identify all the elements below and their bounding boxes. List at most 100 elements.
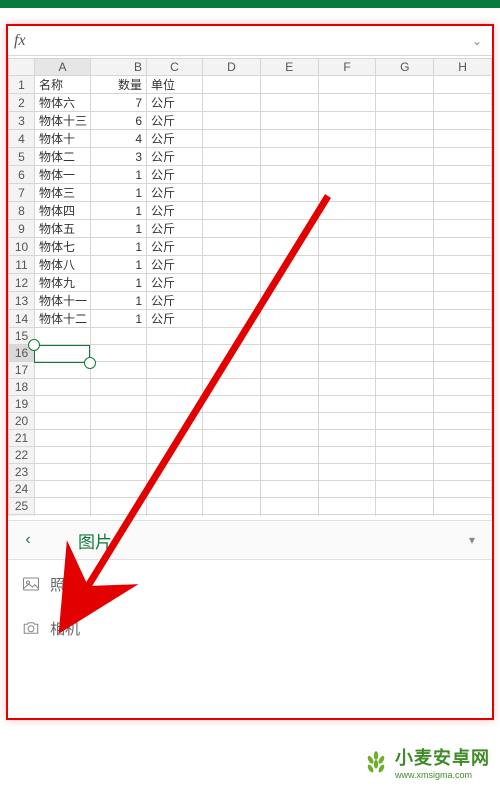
cell-A4[interactable]: 物体十 — [35, 130, 91, 148]
cell-D15[interactable] — [203, 328, 261, 345]
cell-E6[interactable] — [260, 166, 318, 184]
cell-D4[interactable] — [203, 130, 261, 148]
row-header-7[interactable]: 7 — [9, 184, 35, 202]
row-header-14[interactable]: 14 — [9, 310, 35, 328]
cell-B20[interactable] — [91, 413, 147, 430]
cell-G15[interactable] — [376, 328, 434, 345]
cell-G8[interactable] — [376, 202, 434, 220]
cell-H25[interactable] — [434, 498, 492, 515]
cell-F18[interactable] — [318, 379, 376, 396]
cell-G5[interactable] — [376, 148, 434, 166]
cell-C25[interactable] — [147, 498, 203, 515]
cell-G23[interactable] — [376, 464, 434, 481]
cell-B23[interactable] — [91, 464, 147, 481]
row-header-19[interactable]: 19 — [9, 396, 35, 413]
col-header-A[interactable]: A — [35, 59, 91, 76]
cell-C11[interactable]: 公斤 — [147, 256, 203, 274]
cell-E20[interactable] — [260, 413, 318, 430]
cell-D6[interactable] — [203, 166, 261, 184]
option-camera[interactable]: 相机 — [8, 606, 492, 650]
cell-H21[interactable] — [434, 430, 492, 447]
cell-G6[interactable] — [376, 166, 434, 184]
cell-G7[interactable] — [376, 184, 434, 202]
row-header-21[interactable]: 21 — [9, 430, 35, 447]
cell-D23[interactable] — [203, 464, 261, 481]
cell-B26[interactable] — [91, 515, 147, 517]
row-header-26[interactable]: 26 — [9, 515, 35, 517]
cell-E19[interactable] — [260, 396, 318, 413]
cell-B7[interactable]: 1 — [91, 184, 147, 202]
cell-A20[interactable] — [35, 413, 91, 430]
cell-B21[interactable] — [91, 430, 147, 447]
cell-D5[interactable] — [203, 148, 261, 166]
cell-C3[interactable]: 公斤 — [147, 112, 203, 130]
cell-A13[interactable]: 物体十一 — [35, 292, 91, 310]
cell-A5[interactable]: 物体二 — [35, 148, 91, 166]
cell-E2[interactable] — [260, 94, 318, 112]
cell-E10[interactable] — [260, 238, 318, 256]
col-header-F[interactable]: F — [318, 59, 376, 76]
cell-H22[interactable] — [434, 447, 492, 464]
row-header-25[interactable]: 25 — [9, 498, 35, 515]
cell-C6[interactable]: 公斤 — [147, 166, 203, 184]
cell-H8[interactable] — [434, 202, 492, 220]
cell-F8[interactable] — [318, 202, 376, 220]
row-header-16[interactable]: 16 — [9, 345, 35, 362]
option-photo[interactable]: 照片 — [8, 562, 492, 606]
cell-F19[interactable] — [318, 396, 376, 413]
cell-F14[interactable] — [318, 310, 376, 328]
cell-A15[interactable] — [35, 328, 91, 345]
cell-G20[interactable] — [376, 413, 434, 430]
cell-B1[interactable]: 数量 — [91, 76, 147, 94]
cell-G18[interactable] — [376, 379, 434, 396]
cell-H19[interactable] — [434, 396, 492, 413]
cell-D21[interactable] — [203, 430, 261, 447]
cell-D14[interactable] — [203, 310, 261, 328]
row-header-17[interactable]: 17 — [9, 362, 35, 379]
cell-D18[interactable] — [203, 379, 261, 396]
cell-E3[interactable] — [260, 112, 318, 130]
cell-H24[interactable] — [434, 481, 492, 498]
cell-A12[interactable]: 物体九 — [35, 274, 91, 292]
cell-A2[interactable]: 物体六 — [35, 94, 91, 112]
cell-C7[interactable]: 公斤 — [147, 184, 203, 202]
chevron-down-icon[interactable]: ▾ — [452, 533, 492, 547]
cell-H3[interactable] — [434, 112, 492, 130]
cell-D9[interactable] — [203, 220, 261, 238]
cell-E25[interactable] — [260, 498, 318, 515]
cell-F1[interactable] — [318, 76, 376, 94]
cell-D10[interactable] — [203, 238, 261, 256]
cell-B14[interactable]: 1 — [91, 310, 147, 328]
cell-D12[interactable] — [203, 274, 261, 292]
cell-H12[interactable] — [434, 274, 492, 292]
cell-E21[interactable] — [260, 430, 318, 447]
cell-C16[interactable] — [147, 345, 203, 362]
cell-E11[interactable] — [260, 256, 318, 274]
col-header-D[interactable]: D — [203, 59, 261, 76]
row-header-6[interactable]: 6 — [9, 166, 35, 184]
cell-E4[interactable] — [260, 130, 318, 148]
cell-C13[interactable]: 公斤 — [147, 292, 203, 310]
cell-A16[interactable] — [35, 345, 91, 362]
cell-A22[interactable] — [35, 447, 91, 464]
row-header-24[interactable]: 24 — [9, 481, 35, 498]
cell-H17[interactable] — [434, 362, 492, 379]
cell-C9[interactable]: 公斤 — [147, 220, 203, 238]
cell-E24[interactable] — [260, 481, 318, 498]
cell-G16[interactable] — [376, 345, 434, 362]
cell-C18[interactable] — [147, 379, 203, 396]
cell-F23[interactable] — [318, 464, 376, 481]
cell-F10[interactable] — [318, 238, 376, 256]
cell-B4[interactable]: 4 — [91, 130, 147, 148]
cell-H7[interactable] — [434, 184, 492, 202]
cell-C8[interactable]: 公斤 — [147, 202, 203, 220]
cell-D7[interactable] — [203, 184, 261, 202]
cell-B3[interactable]: 6 — [91, 112, 147, 130]
chevron-down-icon[interactable]: ⌄ — [472, 34, 482, 48]
cell-D3[interactable] — [203, 112, 261, 130]
cell-D22[interactable] — [203, 447, 261, 464]
cell-A6[interactable]: 物体一 — [35, 166, 91, 184]
cell-G10[interactable] — [376, 238, 434, 256]
cell-G1[interactable] — [376, 76, 434, 94]
cell-F6[interactable] — [318, 166, 376, 184]
